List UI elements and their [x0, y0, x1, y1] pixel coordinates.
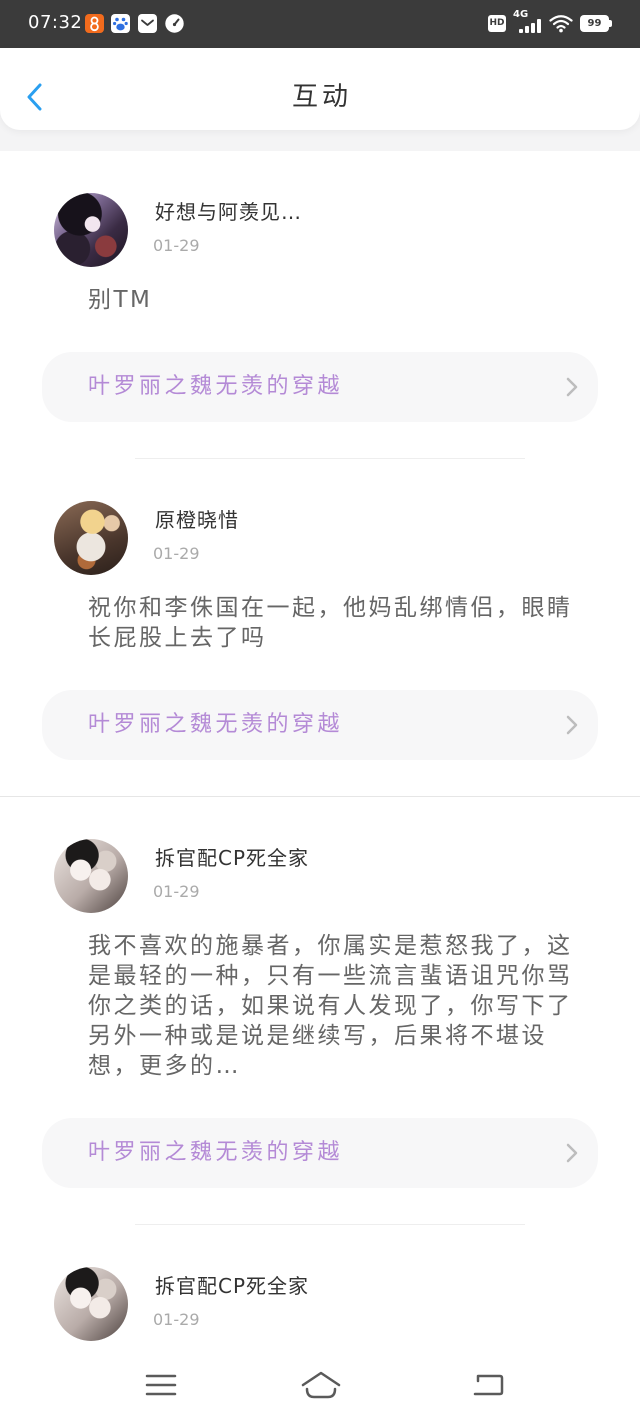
orange-app-icon [85, 14, 104, 33]
menu-button[interactable] [145, 1374, 177, 1396]
interaction-list[interactable]: 好想与阿羡见… 01-29 别TM 叶罗丽之魏无羡的穿越 原橙晓惜 01-29 … [0, 151, 640, 1422]
avatar[interactable] [54, 501, 128, 575]
comment-text: 别TM [88, 287, 153, 313]
comment-text: 我不喜欢的施暴者，你属实是惹怒我了，这是最轻的一种，只有一些流言蜚语诅咒你骂你之… [88, 933, 573, 1079]
post-date: 01-29 [153, 236, 200, 255]
item-header: 好想与阿羡见… 01-29 [0, 193, 640, 267]
baidu-paw-icon [111, 14, 130, 33]
work-title: 叶罗丽之魏无羡的穿越 [88, 374, 344, 399]
work-link-card[interactable]: 叶罗丽之魏无羡的穿越 [42, 352, 598, 422]
item-header: 拆官配CP死全家 01-29 [0, 839, 640, 913]
wifi-icon [549, 15, 573, 33]
work-link-card[interactable]: 叶罗丽之魏无羡的穿越 [42, 1118, 598, 1188]
chevron-right-icon [566, 377, 578, 397]
item-header: 拆官配CP死全家 01-29 [0, 1267, 640, 1341]
interaction-item[interactable]: 原橙晓惜 01-29 祝你和李侏国在一起，他妈乱绑情侣，眼睛长屁股上去了吗 叶罗… [0, 459, 640, 797]
work-title: 叶罗丽之魏无羡的穿越 [88, 1140, 344, 1165]
gauge-icon [165, 14, 184, 33]
status-time: 07:32 [28, 12, 83, 33]
interaction-item[interactable]: 拆官配CP死全家 01-29 [0, 1225, 640, 1341]
mail-icon [138, 14, 157, 33]
battery-indicator: 99 [580, 15, 609, 32]
interaction-item[interactable]: 拆官配CP死全家 01-29 我不喜欢的施暴者，你属实是惹怒我了，这是最轻的一种… [0, 797, 640, 1225]
home-button[interactable] [299, 1370, 343, 1400]
system-nav-bar [0, 1350, 640, 1422]
page-title: 互动 [291, 82, 352, 112]
back-arrow-icon [473, 1374, 504, 1396]
work-title: 叶罗丽之魏无羡的穿越 [88, 712, 344, 737]
post-date: 01-29 [153, 882, 200, 901]
item-header: 原橙晓惜 01-29 [0, 501, 640, 575]
interaction-item[interactable]: 好想与阿羡见… 01-29 别TM 叶罗丽之魏无羡的穿越 [0, 151, 640, 459]
comment-text: 祝你和李侏国在一起，他妈乱绑情侣，眼睛长屁股上去了吗 [88, 595, 573, 651]
post-date: 01-29 [153, 544, 200, 563]
user-name[interactable]: 拆官配CP死全家 [155, 1274, 309, 1298]
home-icon [301, 1371, 341, 1399]
user-name[interactable]: 拆官配CP死全家 [155, 846, 309, 870]
header-bar: 互动 [0, 48, 640, 130]
work-link-card[interactable]: 叶罗丽之魏无羡的穿越 [42, 690, 598, 760]
signal-bars-icon [519, 19, 543, 33]
chevron-right-icon [566, 715, 578, 735]
chevron-right-icon [566, 1143, 578, 1163]
user-name[interactable]: 原橙晓惜 [155, 508, 239, 532]
post-date: 01-29 [153, 1310, 200, 1329]
avatar[interactable] [54, 193, 128, 267]
battery-nub [609, 20, 612, 27]
user-name[interactable]: 好想与阿羡见… [155, 200, 302, 224]
back-nav-button[interactable] [471, 1373, 505, 1397]
avatar[interactable] [54, 1267, 128, 1341]
menu-icon [145, 1374, 177, 1396]
status-bar: 07:32 HD 4G 99 [0, 0, 640, 48]
avatar[interactable] [54, 839, 128, 913]
hd-badge: HD [488, 15, 506, 32]
